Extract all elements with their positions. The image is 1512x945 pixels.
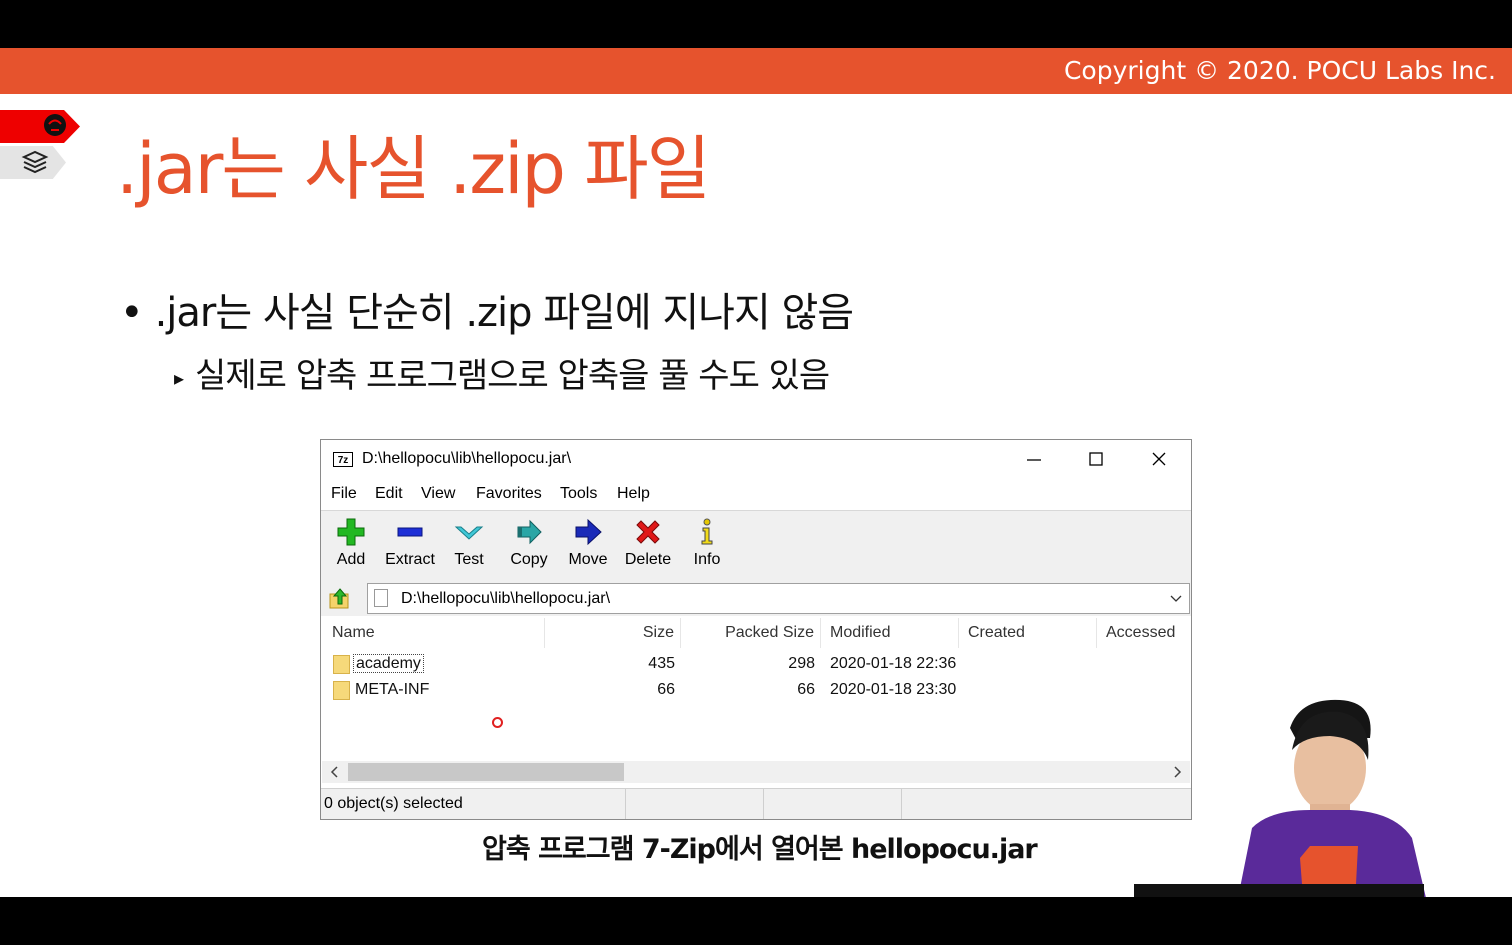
column-name[interactable]: Name bbox=[321, 618, 545, 648]
status-divider bbox=[901, 789, 902, 819]
header-bar: Copyright © 2020. POCU Labs Inc. bbox=[0, 48, 1512, 94]
minimize-icon bbox=[1027, 459, 1041, 461]
list-row[interactable]: META-INF 66 66 2020-01-18 23:30 bbox=[321, 677, 1191, 703]
menu-bar: File Edit View Favorites Tools Help bbox=[321, 480, 1191, 508]
column-modified[interactable]: Modified bbox=[821, 618, 959, 648]
minimize-button[interactable] bbox=[1011, 444, 1057, 474]
status-divider bbox=[763, 789, 764, 819]
add-icon bbox=[337, 518, 365, 546]
move-icon bbox=[575, 518, 602, 546]
menu-edit[interactable]: Edit bbox=[375, 485, 403, 503]
column-created[interactable]: Created bbox=[959, 618, 1097, 648]
close-button[interactable] bbox=[1136, 444, 1182, 474]
up-folder-button[interactable] bbox=[327, 586, 355, 612]
cell-size: 435 bbox=[648, 655, 675, 672]
triangle-bullet-icon: ▸ bbox=[174, 365, 184, 390]
slide: Copyright © 2020. POCU Labs Inc. .jar는 사… bbox=[0, 48, 1512, 897]
column-packed-size[interactable]: Packed Size bbox=[681, 618, 821, 648]
info-icon bbox=[701, 518, 713, 545]
extract-label: Extract bbox=[385, 551, 435, 568]
address-text: D:\hellopocu\lib\hellopocu.jar\ bbox=[401, 590, 611, 607]
status-text: 0 object(s) selected bbox=[324, 795, 463, 812]
cell-modified: 2020-01-18 23:30 bbox=[830, 681, 957, 698]
chevron-down-icon[interactable] bbox=[1169, 592, 1183, 606]
column-size[interactable]: Size bbox=[545, 618, 681, 648]
copyright-text: Copyright © 2020. POCU Labs Inc. bbox=[1063, 56, 1496, 85]
test-button[interactable]: Test bbox=[439, 517, 499, 577]
books-icon bbox=[21, 150, 49, 174]
window-title: D:\hellopocu\lib\hellopocu.jar\ bbox=[362, 450, 572, 467]
scroll-right-icon[interactable] bbox=[1172, 766, 1182, 778]
bullet-dot-icon: • bbox=[120, 290, 144, 336]
info-button[interactable]: Info bbox=[677, 517, 737, 577]
maximize-button[interactable] bbox=[1073, 444, 1119, 474]
copy-icon bbox=[517, 519, 542, 545]
move-button[interactable]: Move bbox=[558, 517, 618, 577]
bullet-main-text: .jar는 사실 단순히 .zip 파일에 지나지 않음 bbox=[154, 290, 854, 336]
move-label: Move bbox=[568, 551, 608, 568]
delete-label: Delete bbox=[624, 551, 672, 568]
cell-name: META-INF bbox=[355, 681, 430, 698]
address-field[interactable]: D:\hellopocu\lib\hellopocu.jar\ bbox=[367, 583, 1190, 614]
document-icon bbox=[374, 589, 388, 607]
menu-help[interactable]: Help bbox=[617, 485, 650, 503]
menu-file[interactable]: File bbox=[331, 485, 357, 503]
copy-label: Copy bbox=[510, 551, 548, 568]
list-header: Name Size Packed Size Modified Created A… bbox=[321, 618, 1191, 648]
scrollbar-thumb[interactable] bbox=[348, 763, 624, 781]
scroll-left-icon[interactable] bbox=[330, 766, 340, 778]
list-row[interactable]: academy 435 298 2020-01-18 22:36 bbox=[321, 651, 1191, 677]
add-label: Add bbox=[336, 551, 366, 568]
cell-packed-size: 66 bbox=[797, 681, 815, 698]
brain-icon bbox=[44, 114, 66, 136]
extract-icon bbox=[397, 527, 423, 537]
info-label: Info bbox=[693, 551, 721, 568]
maximize-icon bbox=[1089, 452, 1103, 466]
slide-title: .jar는 사실 .zip 파일 bbox=[116, 128, 711, 210]
presenter-video bbox=[1238, 699, 1426, 897]
delete-button[interactable]: Delete bbox=[618, 517, 678, 577]
bullet-main: • .jar는 사실 단순히 .zip 파일에 지나지 않음 bbox=[120, 287, 854, 339]
figure-caption: 압축 프로그램 7-Zip에서 열어본 hellopocu.jar bbox=[482, 834, 1038, 865]
copy-button[interactable]: Copy bbox=[499, 517, 559, 577]
menu-tools[interactable]: Tools bbox=[560, 485, 597, 503]
close-icon bbox=[1152, 452, 1166, 466]
cell-modified: 2020-01-18 22:36 bbox=[830, 655, 957, 672]
toolbar: Add Extract Test Copy Move Delete Info bbox=[321, 510, 1191, 583]
bullet-sub-text: 실제로 압축 프로그램으로 압축을 풀 수도 있음 bbox=[195, 356, 830, 396]
test-icon bbox=[454, 526, 484, 540]
menu-favorites[interactable]: Favorites bbox=[476, 485, 542, 503]
add-button[interactable]: Add bbox=[321, 517, 381, 577]
delete-icon bbox=[636, 520, 660, 544]
desk bbox=[1134, 884, 1424, 897]
folder-up-icon bbox=[329, 588, 349, 609]
cell-size: 66 bbox=[657, 681, 675, 698]
status-divider bbox=[625, 789, 626, 819]
menu-view[interactable]: View bbox=[421, 485, 455, 503]
title-bar[interactable]: 7z D:\hellopocu\lib\hellopocu.jar\ bbox=[321, 440, 1191, 478]
extract-button[interactable]: Extract bbox=[380, 517, 440, 577]
row-name-text: academy bbox=[353, 654, 424, 673]
sevenzip-app-icon: 7z bbox=[333, 452, 353, 467]
sevenzip-window: 7z D:\hellopocu\lib\hellopocu.jar\ File … bbox=[320, 439, 1192, 820]
cell-name: academy bbox=[353, 651, 424, 677]
horizontal-scrollbar[interactable] bbox=[322, 761, 1190, 783]
test-label: Test bbox=[454, 551, 484, 568]
mouse-cursor-marker bbox=[492, 717, 503, 728]
address-bar: D:\hellopocu\lib\hellopocu.jar\ bbox=[321, 582, 1191, 616]
folder-icon bbox=[333, 655, 350, 674]
status-bar: 0 object(s) selected bbox=[321, 788, 1191, 819]
folder-icon bbox=[333, 681, 350, 700]
column-accessed[interactable]: Accessed bbox=[1097, 618, 1191, 648]
bullet-sub: ▸ 실제로 압축 프로그램으로 압축을 풀 수도 있음 bbox=[174, 353, 830, 401]
cell-packed-size: 298 bbox=[788, 655, 815, 672]
